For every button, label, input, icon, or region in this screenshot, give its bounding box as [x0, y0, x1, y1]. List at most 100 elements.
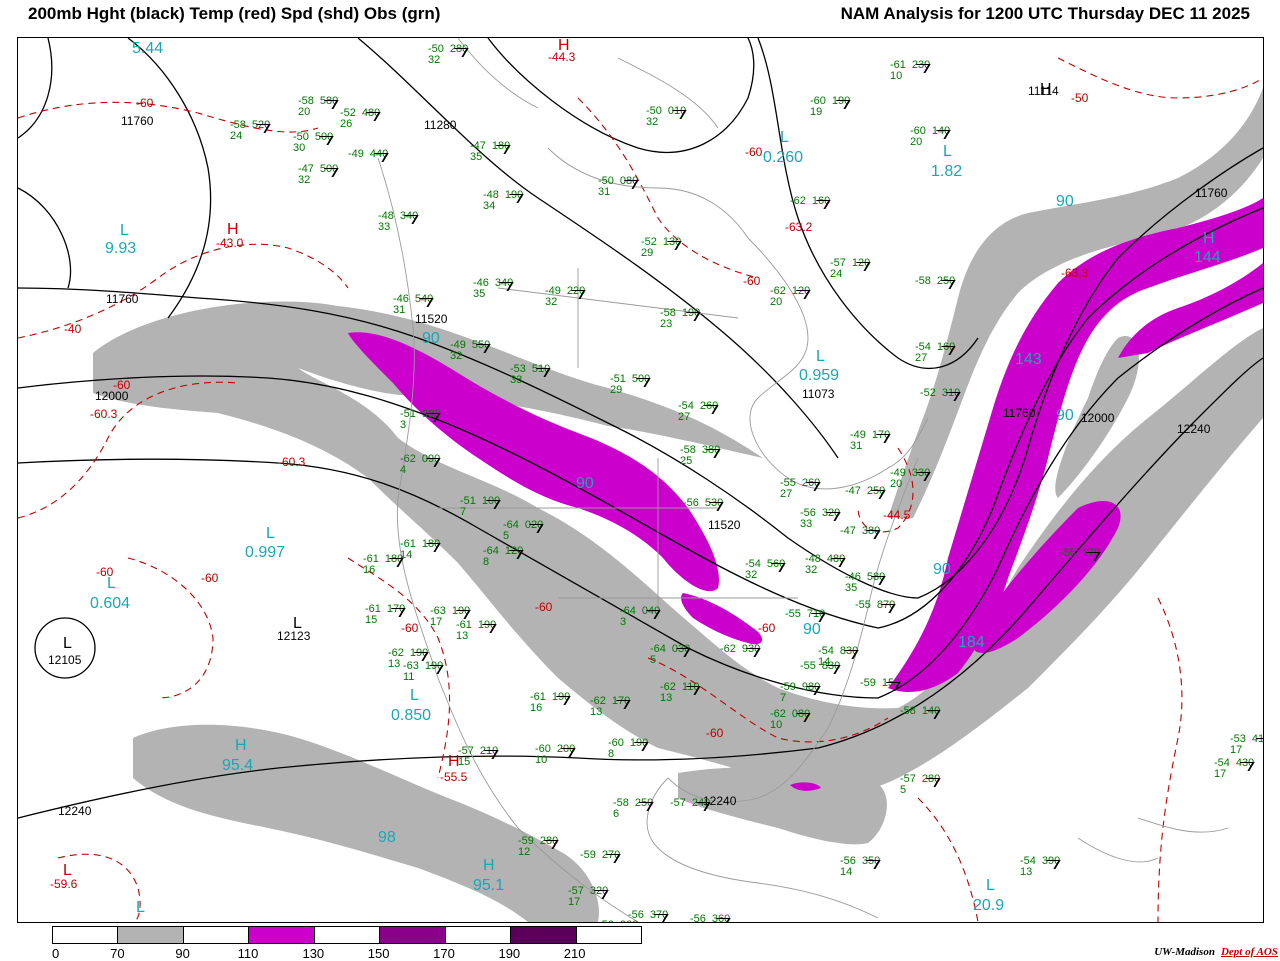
station-temperature: -62: [720, 643, 736, 655]
station-plot: -62 080 10: [770, 709, 811, 731]
height-label: 12105: [48, 653, 82, 667]
station-plot: -54 260 27: [678, 401, 719, 423]
station-plot: -54 160 27: [915, 342, 956, 364]
speed-label: 95.4: [222, 757, 254, 774]
temperature-label: -63.2: [785, 220, 813, 234]
station-plot: -61 190 16: [530, 692, 571, 714]
speed-colorbar-ticks: 0 70 90 110 130 150 170 190 210: [52, 946, 640, 961]
low-center-marker: L: [63, 862, 72, 879]
high-center-marker: H: [1203, 230, 1215, 247]
station-temperature: -56: [628, 909, 644, 921]
station-plot: -53 510 33: [510, 364, 551, 386]
station-plot: -55 710: [785, 609, 826, 622]
station-plot: -46 340 35: [473, 278, 514, 300]
speed-label: 20.9: [973, 897, 1005, 914]
station-plot: -54 830 14: [818, 646, 859, 668]
temperature-label: -59.6: [50, 877, 78, 891]
station-plot: -58 580 20: [298, 96, 339, 118]
station-plot: -48 340 33: [378, 211, 419, 233]
station-temperature: -47: [845, 485, 861, 497]
station-plot: -47 500 32: [298, 164, 339, 186]
station-plot: -47 180 35: [470, 141, 511, 163]
station-temperature: -59: [860, 677, 876, 689]
station-plot: -54 430 17: [1214, 758, 1255, 780]
station-plot: -49 330 20: [890, 468, 931, 490]
station-temperature: -59: [580, 849, 596, 861]
height-label: 11280: [424, 118, 457, 132]
station-plot: -57 240: [670, 798, 711, 811]
station-plot: -48 190 34: [483, 190, 524, 212]
station-plot: -64 040 3: [620, 606, 661, 628]
temperature-label: -60: [535, 600, 553, 614]
speed-label: 0.260: [763, 149, 804, 166]
low-center-marker: L: [780, 129, 789, 146]
speed-label: 5.44: [132, 40, 164, 57]
colorbar-segment: [183, 927, 250, 943]
station-plot: -49 440: [348, 148, 389, 162]
colorbar-tick-label: 170: [433, 946, 455, 961]
colorbar-segment: [380, 927, 446, 943]
station-plot: -56 530: [683, 498, 724, 511]
station-plot: -55 870: [855, 599, 896, 613]
speed-label: 90: [1056, 193, 1074, 210]
temperature-label: -50: [1071, 91, 1089, 105]
low-center-marker: H: [1040, 81, 1052, 98]
colorbar-segment: [445, 927, 512, 943]
station-plot: -60 190 19: [810, 96, 851, 118]
station-plot: -60 190 8: [608, 738, 649, 760]
station-plot: -54 390 13: [1020, 856, 1061, 878]
station-plot: -56 350 14: [840, 856, 881, 878]
low-center-marker: L: [266, 525, 275, 542]
station-plot: -58 380 25: [680, 445, 721, 467]
speed-label: 0.959: [799, 367, 840, 384]
temperature-label: -60: [113, 378, 131, 392]
colorbar-segment: [314, 927, 381, 943]
station-plot: -51 500 29: [610, 374, 651, 396]
station-plot: -62 930: [720, 643, 761, 657]
temperature-label: -60: [745, 145, 763, 159]
chart-title-right: NAM Analysis for 1200 UTC Thursday DEC 1…: [840, 4, 1250, 23]
station-plot: -59 280 12: [518, 836, 559, 858]
station-plot: -46 580 35: [845, 572, 886, 594]
speed-label: 95.1: [473, 877, 505, 894]
station-plot: -52 480 26: [340, 108, 381, 130]
height-label: 11073: [802, 387, 835, 401]
station-plot: -62 090 4: [400, 454, 441, 476]
station-plot: -57 210 15: [458, 746, 499, 768]
station-plot: -50 010 32: [646, 106, 687, 128]
station-plot: -62 170 13: [590, 696, 631, 718]
station-temperature: -56: [598, 919, 614, 923]
credit-dept: Dept of AOS: [1220, 946, 1278, 958]
station-plot: -56 320 33: [800, 508, 841, 530]
station-plot: -50 080 31: [598, 176, 639, 198]
height-label: 11760: [1195, 186, 1228, 200]
station-plot: -49 170 31: [850, 430, 891, 452]
station-plot: -61 170 15: [365, 604, 406, 626]
speed-label: 90: [422, 330, 440, 347]
colorbar-tick-label: 110: [237, 946, 259, 961]
station-temperature: -55: [855, 599, 871, 611]
station-plot: -52 310: [920, 388, 961, 401]
station-temperature: -49: [348, 148, 364, 160]
station-plot: -57 280 5: [900, 774, 941, 796]
station-plot: -60 200 10: [535, 744, 576, 766]
colorbar-tick-label: 130: [302, 946, 325, 961]
low-center-marker: L: [816, 348, 825, 365]
station-plot: -56360: [690, 914, 731, 922]
station-plot: -51 980 3: [400, 409, 441, 431]
temperature-label: -60: [136, 96, 154, 110]
colorbar-segment: [576, 927, 641, 943]
low-center-marker: L: [410, 687, 419, 704]
temperature-label: -44.5: [883, 508, 911, 522]
station-plot: -61 180 16: [363, 554, 404, 576]
colorbar-tick-label: 150: [367, 946, 390, 961]
station-plot: -52 130 29: [641, 237, 682, 259]
speed-label: 9.93: [105, 240, 137, 257]
station-plot: -58 250: [915, 276, 956, 289]
station-plot: -58 190 23: [660, 308, 701, 330]
station-plot: -59 270: [580, 849, 621, 863]
temperature-label: -63.3: [1061, 266, 1089, 280]
chart-title-left: 200mb Hght (black) Temp (red) Spd (shd) …: [28, 4, 441, 23]
low-center-marker: L: [143, 38, 152, 42]
speed-label: 90: [933, 561, 951, 578]
